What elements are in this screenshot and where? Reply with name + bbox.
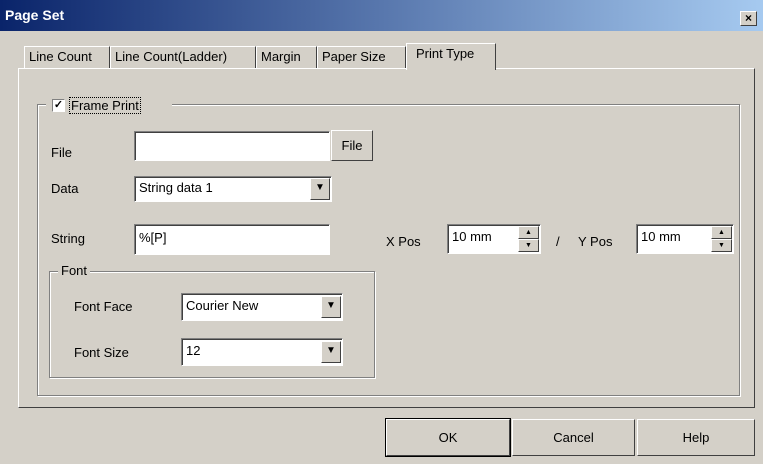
file-input[interactable] — [134, 131, 330, 161]
data-select[interactable]: String data 1 — [134, 176, 332, 202]
close-button[interactable]: × — [740, 11, 757, 26]
cancel-button[interactable]: Cancel — [512, 419, 635, 456]
font-face-dropdown-arrow-icon[interactable]: ▼ — [321, 296, 341, 318]
font-size-dropdown-arrow-icon[interactable]: ▼ — [321, 341, 341, 363]
data-label: Data — [51, 181, 79, 196]
ypos-spin-down-icon[interactable]: ▼ — [711, 239, 732, 252]
xpos-spin-down-icon[interactable]: ▼ — [518, 239, 539, 252]
ypos-label: Y Pos — [578, 234, 613, 249]
font-size-label: Font Size — [74, 345, 129, 360]
tab-margin[interactable]: Margin — [256, 46, 317, 68]
string-label: String — [51, 231, 85, 246]
frame-print-label[interactable]: Frame Print — [69, 97, 141, 114]
title-bar — [0, 0, 763, 31]
ok-button[interactable]: OK — [386, 419, 510, 456]
file-browse-button[interactable]: File — [331, 130, 373, 161]
xpos-spin-up-icon[interactable]: ▲ — [518, 226, 539, 239]
tab-paper-size[interactable]: Paper Size — [317, 46, 406, 68]
font-group-label: Font — [58, 263, 91, 278]
font-face-select[interactable]: Courier New — [181, 293, 343, 321]
help-button[interactable]: Help — [637, 419, 755, 456]
string-input[interactable]: %[P] — [134, 224, 330, 255]
font-size-select[interactable]: 12 — [181, 338, 343, 366]
frame-print-checkbox[interactable]: ✓ — [52, 99, 65, 112]
file-label: File — [51, 145, 72, 160]
font-face-label: Font Face — [74, 299, 133, 314]
tab-line-count-ladder[interactable]: Line Count(Ladder) — [110, 46, 256, 68]
tab-print-type[interactable]: Print Type — [406, 43, 496, 70]
window-title: Page Set — [5, 7, 65, 23]
ypos-spin-up-icon[interactable]: ▲ — [711, 226, 732, 239]
xpos-label: X Pos — [386, 234, 421, 249]
data-dropdown-arrow-icon[interactable]: ▼ — [310, 178, 330, 200]
tab-line-count[interactable]: Line Count — [24, 46, 110, 68]
pos-separator: / — [556, 234, 560, 249]
